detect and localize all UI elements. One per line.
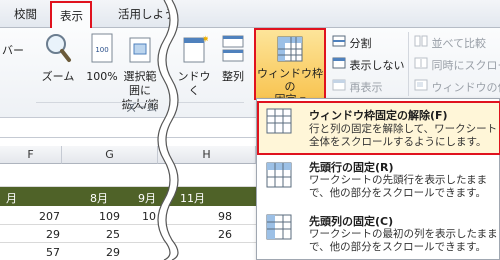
zoom-100-button[interactable]: 100 100% [84,32,120,84]
menu-item-freeze-first-column[interactable]: 先頭列の固定(C) ワークシートの最初の列を表示したままで、他の部分をスクロール… [257,209,500,259]
menu-item-desc: 行と列の固定を解除して、ワークシート全体をスクロールするようにします。 [309,123,498,148]
sync-scroll-icon [414,57,428,69]
freeze-top-row-icon [266,162,292,188]
menu-item-unfreeze[interactable]: ウィンドウ枠固定の解除(F) 行と列の固定を解除して、ワークシート全体をスクロー… [257,101,500,155]
side-by-side-button[interactable]: 並べて比較 [414,35,486,51]
freeze-panes-button[interactable]: ウィンドウ枠の 固定 ▾ [254,28,326,106]
table-cell[interactable]: 25 [70,228,120,241]
sync-scroll-label: 同時にスクロー [431,59,500,72]
svg-text:100: 100 [95,46,108,54]
reset-position-label: ウィンドウの位 [431,81,500,94]
menu-item-title: 先頭列の固定(C) [309,215,394,228]
month-cell[interactable]: 月 [6,190,17,206]
arrange-all-button[interactable]: 整列 [216,32,250,84]
wavy-break-line [157,0,179,260]
sync-scroll-button[interactable]: 同時にスクロー [414,57,500,73]
magnifier-icon [46,34,71,62]
hide-button[interactable]: 表示しない [332,57,405,73]
unhide-window-icon [332,79,346,91]
grid-line [0,242,256,243]
table-cell[interactable]: 207 [20,210,60,223]
zoom-label: ズーム [41,70,75,83]
menu-item-desc: ワークシートの最初の列を表示したままで、他の部分をスクロールできます。 [309,228,498,253]
side-by-side-icon [414,35,428,47]
table-cell[interactable]: 109 [70,210,120,223]
table-cell[interactable]: 29 [70,246,120,259]
split-label: 分割 [349,37,372,50]
table-cell[interactable]: 57 [20,246,60,259]
tab-view[interactable]: 表示 [50,1,92,30]
side-by-side-label: 並べて比較 [431,37,487,50]
freeze-label-1: ウィンドウ枠の [257,67,323,93]
tab-review[interactable]: 校閲 [14,6,37,22]
arrange-icon [222,35,244,62]
month-header-row [0,187,256,206]
unhide-button[interactable]: 再表示 [332,79,383,95]
split-button[interactable]: 分割 [332,35,372,51]
menu-item-title: ウィンドウ枠固定の解除(F) [309,109,448,122]
freeze-first-column-icon [266,214,292,240]
arrange-label: 整列 [222,70,244,83]
reset-position-icon [414,79,428,91]
svg-text:✷: ✷ [202,35,208,45]
ribbon-tab-bar: 校閲 表示 活用しよう [0,0,500,30]
freeze-panes-icon [277,36,303,62]
menu-item-freeze-top-row[interactable]: 先頭行の固定(R) ワークシートの先頭行を表示したままで、他の部分をスクロールで… [257,157,500,209]
menu-item-title: 先頭行の固定(R) [309,161,394,174]
hide-window-icon [332,57,346,69]
grid-line [0,224,256,225]
menu-item-desc: ワークシートの先頭行を表示したままで、他の部分をスクロールできます。 [309,174,488,199]
hide-label: 表示しない [349,59,405,72]
ribbon-separator [408,32,409,96]
document-100-icon: 100 [91,33,113,63]
hundred-label: 100% [86,70,118,83]
column-header-f[interactable]: F [0,146,62,164]
partial-bar-label[interactable]: バー [2,42,24,58]
column-header-g[interactable]: G [62,146,158,164]
zoom-button[interactable]: ズーム [40,32,76,84]
freeze-panes-menu: ウィンドウ枠固定の解除(F) 行と列の固定を解除して、ワークシート全体をスクロー… [256,98,500,260]
unfreeze-panes-icon [266,108,292,134]
split-icon [332,35,346,47]
unhide-label: 再表示 [349,81,383,94]
table-cell[interactable]: 29 [20,228,60,241]
month-cell[interactable]: 8月 [90,190,108,206]
reset-position-button[interactable]: ウィンドウの位 [414,79,500,95]
